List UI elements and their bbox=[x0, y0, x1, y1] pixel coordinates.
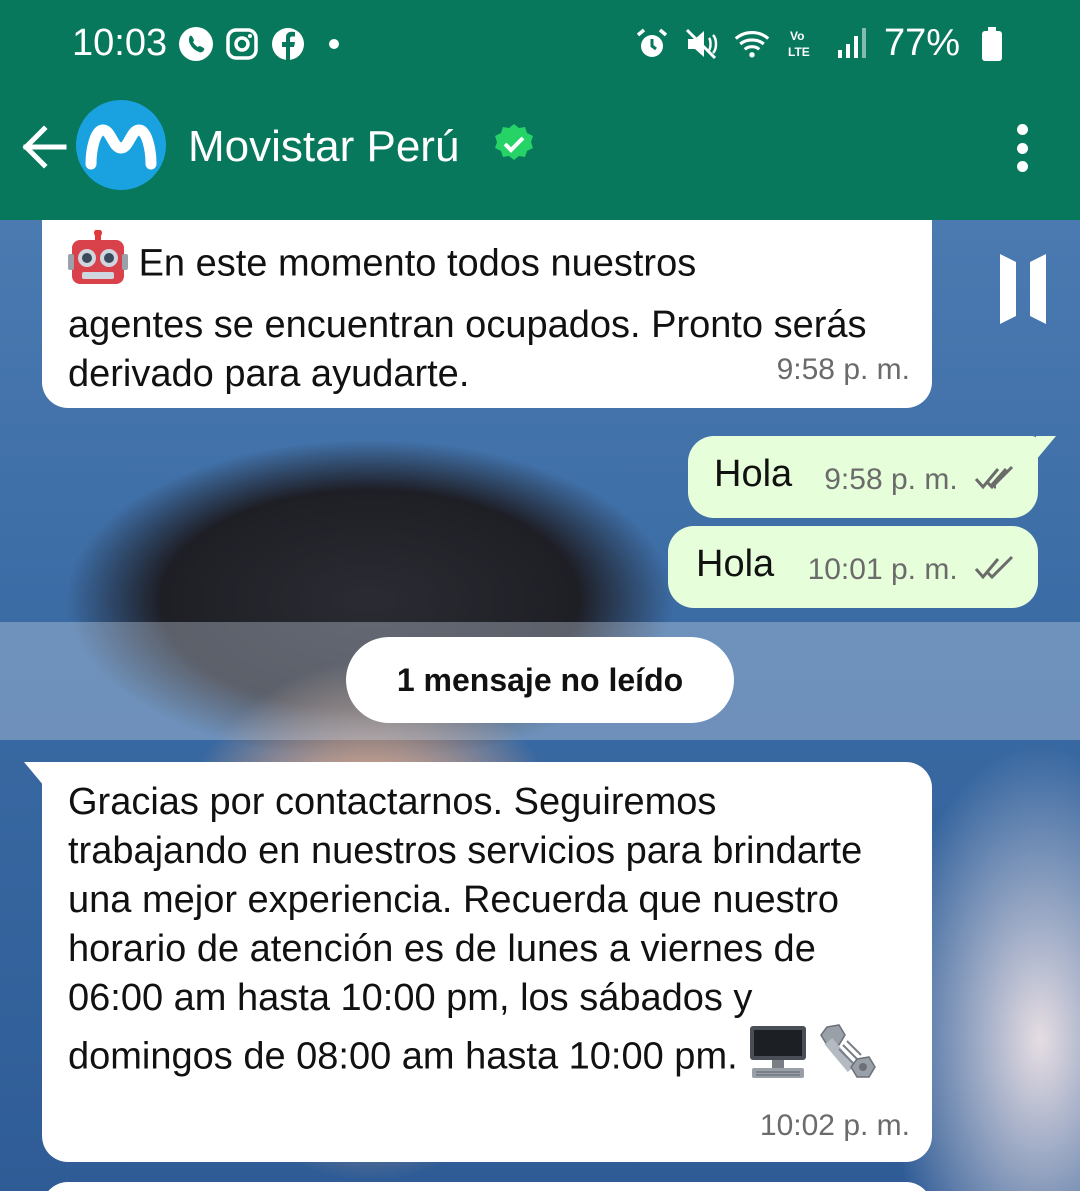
battery-text: 77% bbox=[883, 22, 960, 64]
battery-icon bbox=[974, 26, 1010, 62]
facebook-icon bbox=[270, 26, 306, 62]
menu-dot-icon bbox=[1016, 142, 1028, 154]
bubble-tail bbox=[1036, 436, 1056, 460]
instagram-icon bbox=[224, 26, 260, 62]
message-text: Hola bbox=[696, 543, 775, 585]
wallpaper-logo-icon bbox=[998, 250, 1048, 328]
message-time: 9:58 p. m. bbox=[776, 353, 910, 386]
double-check-icon bbox=[974, 547, 1016, 596]
wifi-icon bbox=[734, 26, 770, 62]
double-check-icon bbox=[974, 457, 1016, 506]
app-bar: 10:03 Vo LTE 77% Movistar Perú bbox=[0, 0, 1080, 220]
desktop-computer-icon bbox=[748, 1024, 808, 1093]
nut-and-bolt-icon bbox=[819, 1023, 877, 1094]
message-text: Hola bbox=[714, 453, 793, 495]
unread-divider: 1 mensaje no leído bbox=[346, 637, 734, 723]
incoming-message[interactable]: En este momento todos nuestros agentes s… bbox=[42, 220, 932, 408]
message-text-rest: agentes se encuentran ocupados. Pronto s… bbox=[68, 304, 867, 395]
message-text-line: En este momento todos nuestros bbox=[138, 242, 697, 285]
next-message-peek bbox=[42, 1182, 932, 1191]
message-time: 10:02 p. m. bbox=[759, 1109, 910, 1142]
mute-icon bbox=[684, 26, 720, 62]
svg-text:Vo: Vo bbox=[790, 29, 804, 43]
movistar-logo-icon bbox=[85, 124, 157, 170]
message-text: Gracias por contactarnos. Seguiremos tra… bbox=[68, 778, 908, 1094]
phone-icon bbox=[178, 26, 214, 62]
back-button[interactable] bbox=[20, 122, 68, 172]
alarm-icon bbox=[634, 26, 670, 62]
contact-name[interactable]: Movistar Perú bbox=[188, 122, 459, 172]
outgoing-message[interactable]: Hola 10:01 p. m. bbox=[668, 526, 1038, 608]
outgoing-message[interactable]: Hola 9:58 p. m. bbox=[688, 436, 1056, 518]
signal-icon bbox=[834, 26, 870, 62]
message-time: 10:01 p. m. bbox=[807, 553, 958, 587]
avatar[interactable] bbox=[76, 100, 166, 190]
message-time: 9:58 p. m. bbox=[824, 463, 958, 497]
status-time: 10:03 bbox=[72, 22, 168, 64]
menu-dot-icon bbox=[1016, 161, 1028, 172]
verified-badge-icon bbox=[492, 122, 536, 166]
status-bar: 10:03 Vo LTE 77% bbox=[0, 0, 1080, 90]
dot-icon bbox=[316, 26, 352, 62]
robot-face-icon bbox=[68, 229, 128, 301]
menu-dot-icon bbox=[1016, 124, 1028, 135]
message-text-body: Gracias por contactarnos. Seguiremos tra… bbox=[68, 781, 863, 1078]
svg-text:LTE: LTE bbox=[788, 45, 810, 59]
volte-icon: Vo LTE bbox=[784, 26, 820, 62]
overflow-menu-button[interactable] bbox=[1006, 124, 1038, 172]
bubble-tail bbox=[24, 762, 44, 786]
incoming-message[interactable]: Gracias por contactarnos. Seguiremos tra… bbox=[24, 762, 932, 1162]
chat-area[interactable]: En este momento todos nuestros agentes s… bbox=[0, 220, 1080, 1191]
